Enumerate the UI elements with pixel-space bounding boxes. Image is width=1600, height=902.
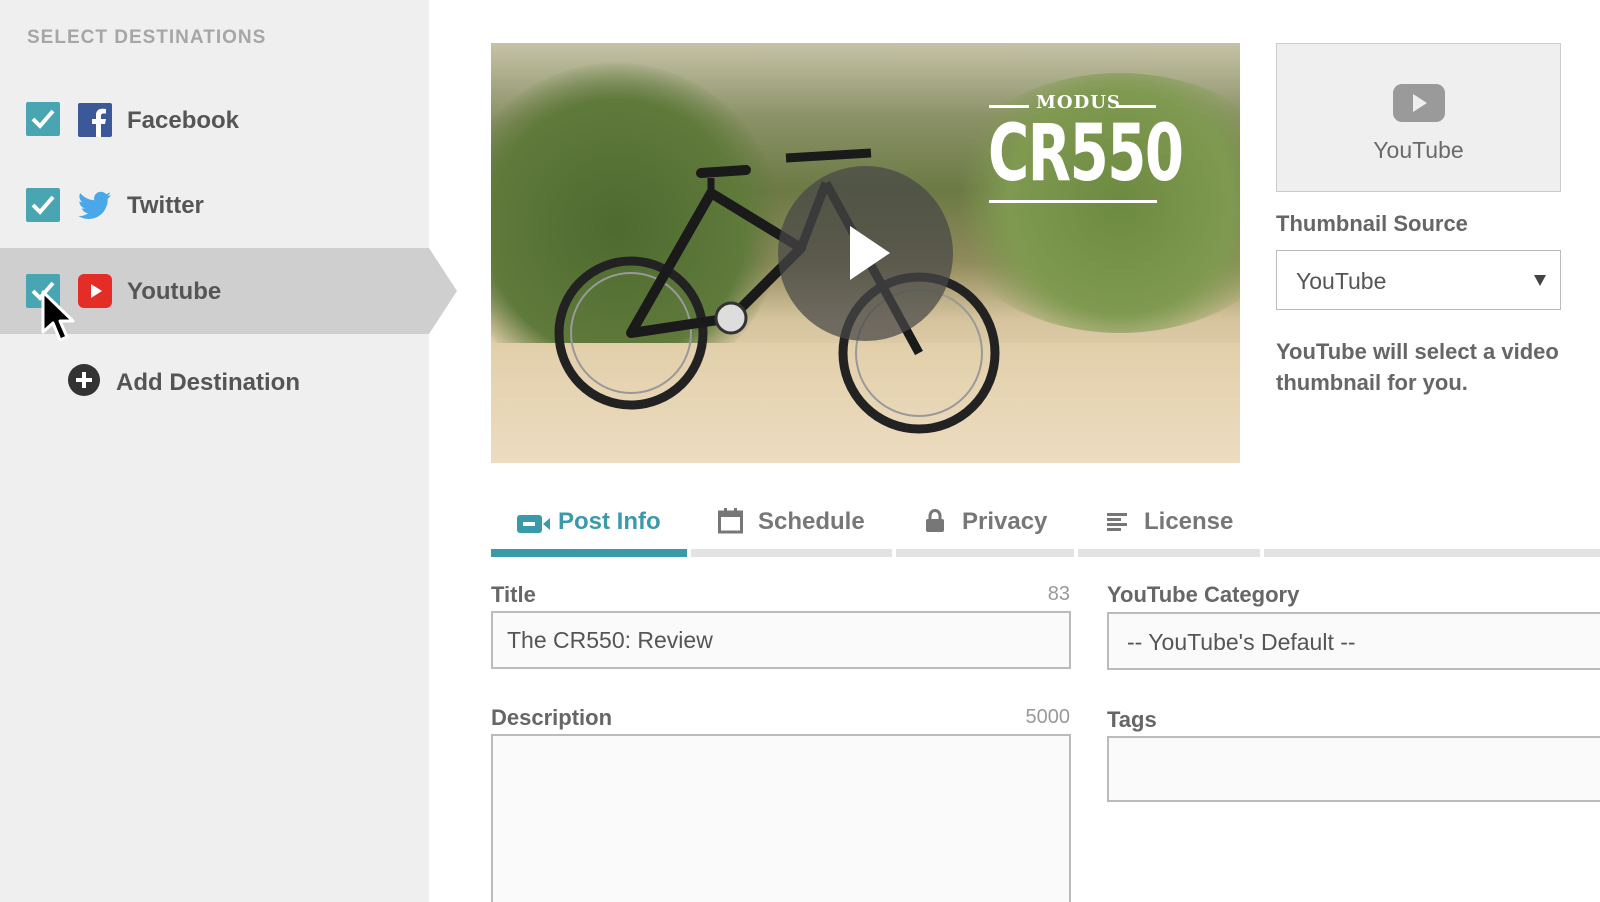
tab-privacy-underline [896,549,1074,557]
thumbnail-note: YouTube will select a video thumbnail fo… [1276,339,1559,395]
twitter-icon [78,191,111,219]
destination-twitter[interactable]: Twitter [0,162,429,248]
brand-rule [989,105,1029,108]
tab-privacy-label: Privacy [962,508,1048,535]
video-camera-icon [517,515,550,533]
thumbnail-source-select[interactable]: YouTube [1276,250,1561,310]
youtube-icon [78,274,112,308]
facebook-icon [78,103,112,137]
title-char-counter: 83 [1047,583,1070,605]
video-preview[interactable]: MODUS CR550 [491,43,1240,463]
thumbnail-source-label: Thumbnail Source [1276,211,1468,236]
youtube-category-select[interactable]: -- YouTube's Default -- [1107,612,1600,670]
destinations-sidebar: SELECT DESTINATIONS Facebook Twitter You… [0,0,457,902]
youtube-category-label: YouTube Category [1107,582,1300,607]
tab-license-label: License [1144,508,1234,535]
title-value: The CR550: Review [507,627,713,653]
brand-rule [1116,105,1156,108]
twitter-label: Twitter [127,192,204,219]
plus-circle-icon [68,364,100,396]
destination-facebook[interactable]: Facebook [0,77,429,163]
lock-icon [926,509,944,532]
tab-post-info-label: Post Info [558,508,661,535]
brand-model: CR550 [988,109,1184,199]
youtube-label: Youtube [127,278,222,305]
tab-schedule-label: Schedule [758,508,865,535]
title-input[interactable]: The CR550: Review [491,611,1071,669]
checkmark-icon [31,109,55,129]
lines-icon [1107,513,1127,531]
tags-label: Tags [1107,707,1157,732]
mouse-cursor-icon [41,290,75,342]
video-play-icon [1393,84,1445,122]
tab-post-info-underline [491,549,687,557]
selected-indicator-arrow [429,248,457,334]
facebook-checkbox[interactable] [26,102,60,136]
description-label: Description [491,705,613,730]
tab-bar-remainder [1264,549,1600,557]
title-label: Title [491,582,536,607]
tags-input[interactable] [1107,736,1600,802]
youtube-category-value: -- YouTube's Default -- [1127,629,1356,655]
description-textarea[interactable] [491,734,1071,902]
facebook-label: Facebook [127,107,240,134]
chevron-down-icon [1534,275,1546,286]
calendar-icon [718,508,743,534]
thumbnail-preview[interactable]: YouTube [1276,43,1561,192]
play-button[interactable] [778,166,953,341]
tab-schedule-underline [691,549,892,557]
add-destination-label: Add Destination [116,369,300,396]
checkmark-icon [31,195,55,215]
twitter-checkbox[interactable] [26,188,60,222]
description-char-counter: 5000 [1025,706,1071,728]
sidebar-heading: SELECT DESTINATIONS [27,27,267,48]
thumbnail-source-value: YouTube [1296,268,1387,294]
tab-license-underline [1078,549,1260,557]
brand-rule [989,200,1157,203]
thumbnail-preview-label: YouTube [1373,137,1464,163]
